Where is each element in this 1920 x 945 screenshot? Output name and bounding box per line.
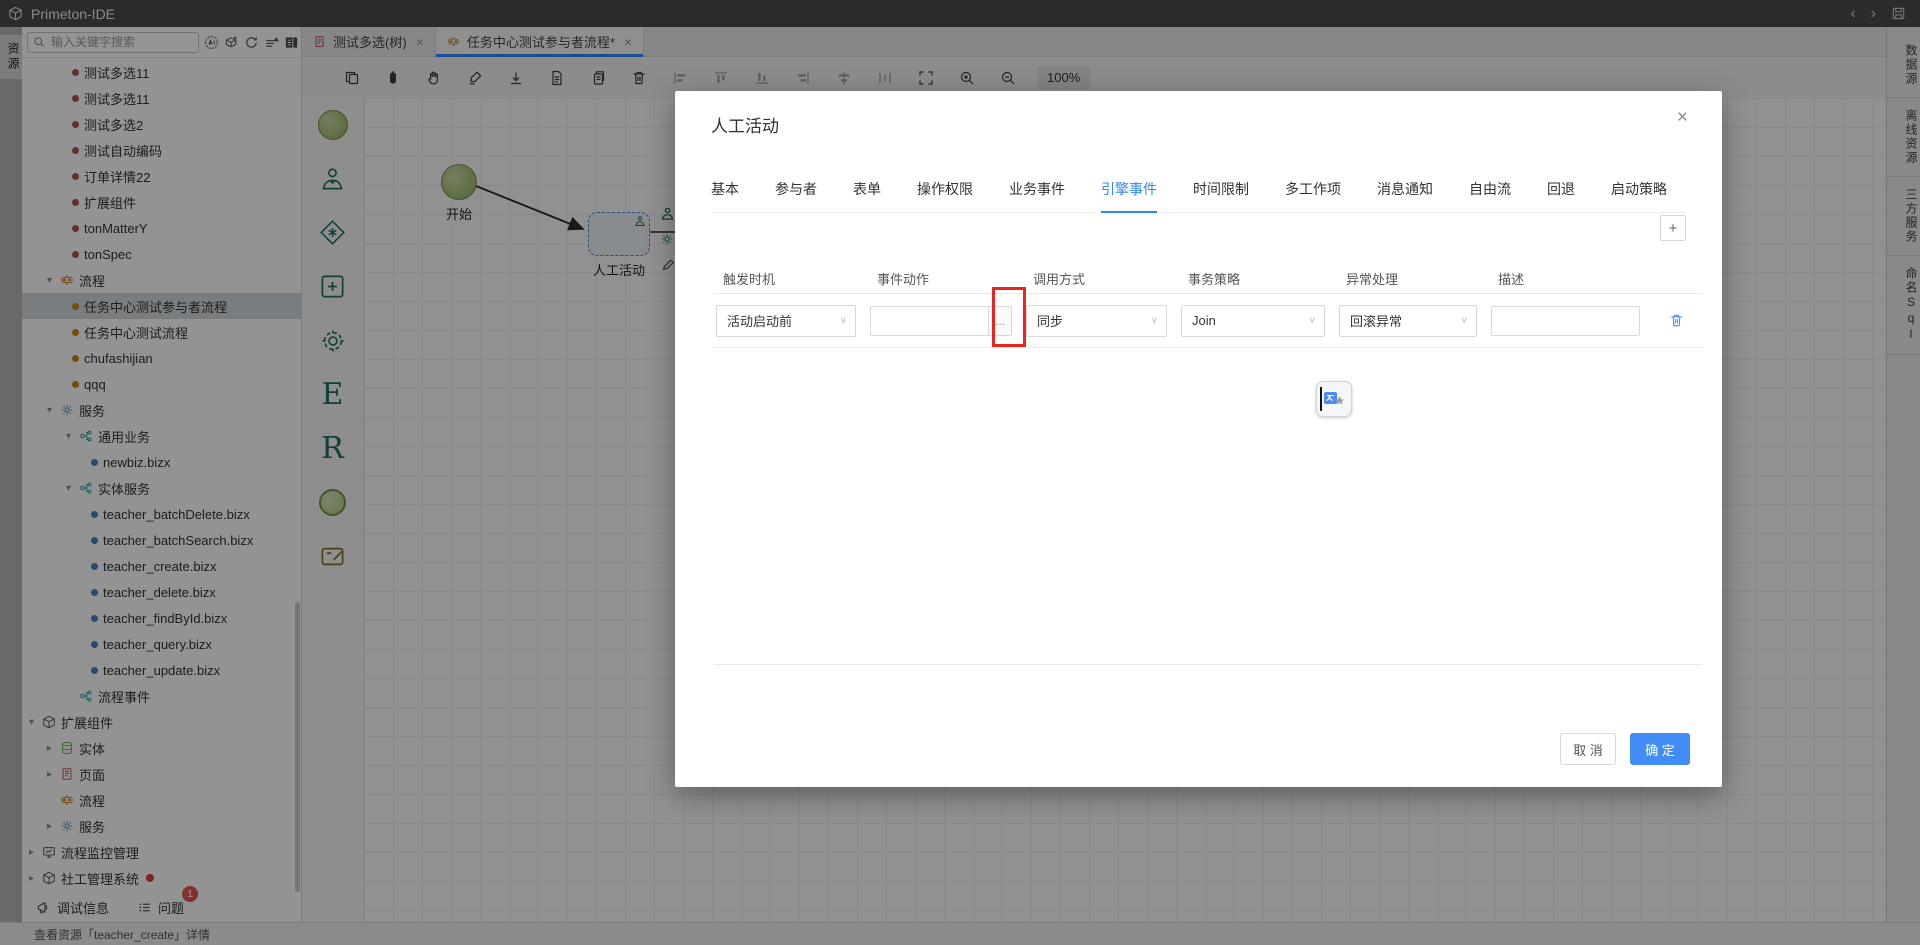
table-header-row: 触发时机 事件动作 调用方式 事务策略 异常处理 描述: [714, 263, 1702, 294]
application-window: Primeton-IDE ‹ › 资源: [0, 0, 1920, 945]
tab-notifications[interactable]: 消息通知: [1377, 179, 1433, 212]
add-row-button[interactable]: +: [1660, 215, 1686, 241]
tab-form[interactable]: 表单: [853, 179, 881, 212]
close-icon[interactable]: ×: [1671, 106, 1694, 130]
tab-participants[interactable]: 参与者: [775, 179, 817, 212]
chevron-down-icon: ∨: [1461, 315, 1468, 326]
invoke-mode-select[interactable]: 同步 ∨: [1026, 305, 1167, 337]
dialog-title: 人工活动: [711, 112, 779, 137]
delete-row-button[interactable]: [1650, 313, 1702, 328]
dialog-tab-bar: 基本 参与者 表单 操作权限 业务事件 引擎事件 时间限制 多工作项 消息通知 …: [711, 179, 1686, 213]
exception-handling-select[interactable]: 回滚异常 ∨: [1339, 305, 1477, 337]
tab-free-flow[interactable]: 自由流: [1469, 179, 1511, 212]
cancel-button[interactable]: 取 消: [1560, 733, 1616, 765]
table-bottom-border: [714, 664, 1702, 665]
tab-time-limit[interactable]: 时间限制: [1193, 179, 1249, 212]
description-input[interactable]: [1491, 306, 1640, 336]
tab-permissions[interactable]: 操作权限: [917, 179, 973, 212]
chevron-down-icon: ∨: [1309, 315, 1316, 326]
tab-engine-events[interactable]: 引擎事件: [1101, 179, 1157, 212]
engine-events-table: 触发时机 事件动作 调用方式 事务策略 异常处理 描述 活动启动前 ∨ ...: [714, 263, 1702, 348]
chevron-down-icon: ∨: [1151, 315, 1158, 326]
tab-start-strategy[interactable]: 启动策略: [1611, 179, 1667, 212]
confirm-button[interactable]: 确 定: [1630, 733, 1690, 765]
trigger-select[interactable]: 活动启动前 ∨: [716, 305, 856, 337]
manual-activity-dialog: 人工活动 × 基本 参与者 表单 操作权限 业务事件 引擎事件 时间限制 多工作…: [675, 91, 1722, 787]
tx-strategy-select[interactable]: Join ∨: [1181, 305, 1325, 337]
trash-icon: [1669, 313, 1684, 328]
annotation-highlight-box: [992, 287, 1026, 347]
translate-popup-icon[interactable]: [1316, 381, 1352, 417]
tab-business-events[interactable]: 业务事件: [1009, 179, 1065, 212]
event-action-input[interactable]: [870, 306, 988, 336]
tab-multi-workitem[interactable]: 多工作项: [1285, 179, 1341, 212]
tab-basic[interactable]: 基本: [711, 179, 739, 212]
translate-icon: [1322, 390, 1346, 408]
table-row: 活动启动前 ∨ ... 同步 ∨ Join: [714, 294, 1702, 348]
tab-rollback[interactable]: 回退: [1547, 179, 1575, 212]
dialog-footer: 取 消 确 定: [1560, 733, 1690, 765]
chevron-down-icon: ∨: [840, 315, 847, 326]
text-cursor: [1320, 387, 1322, 411]
